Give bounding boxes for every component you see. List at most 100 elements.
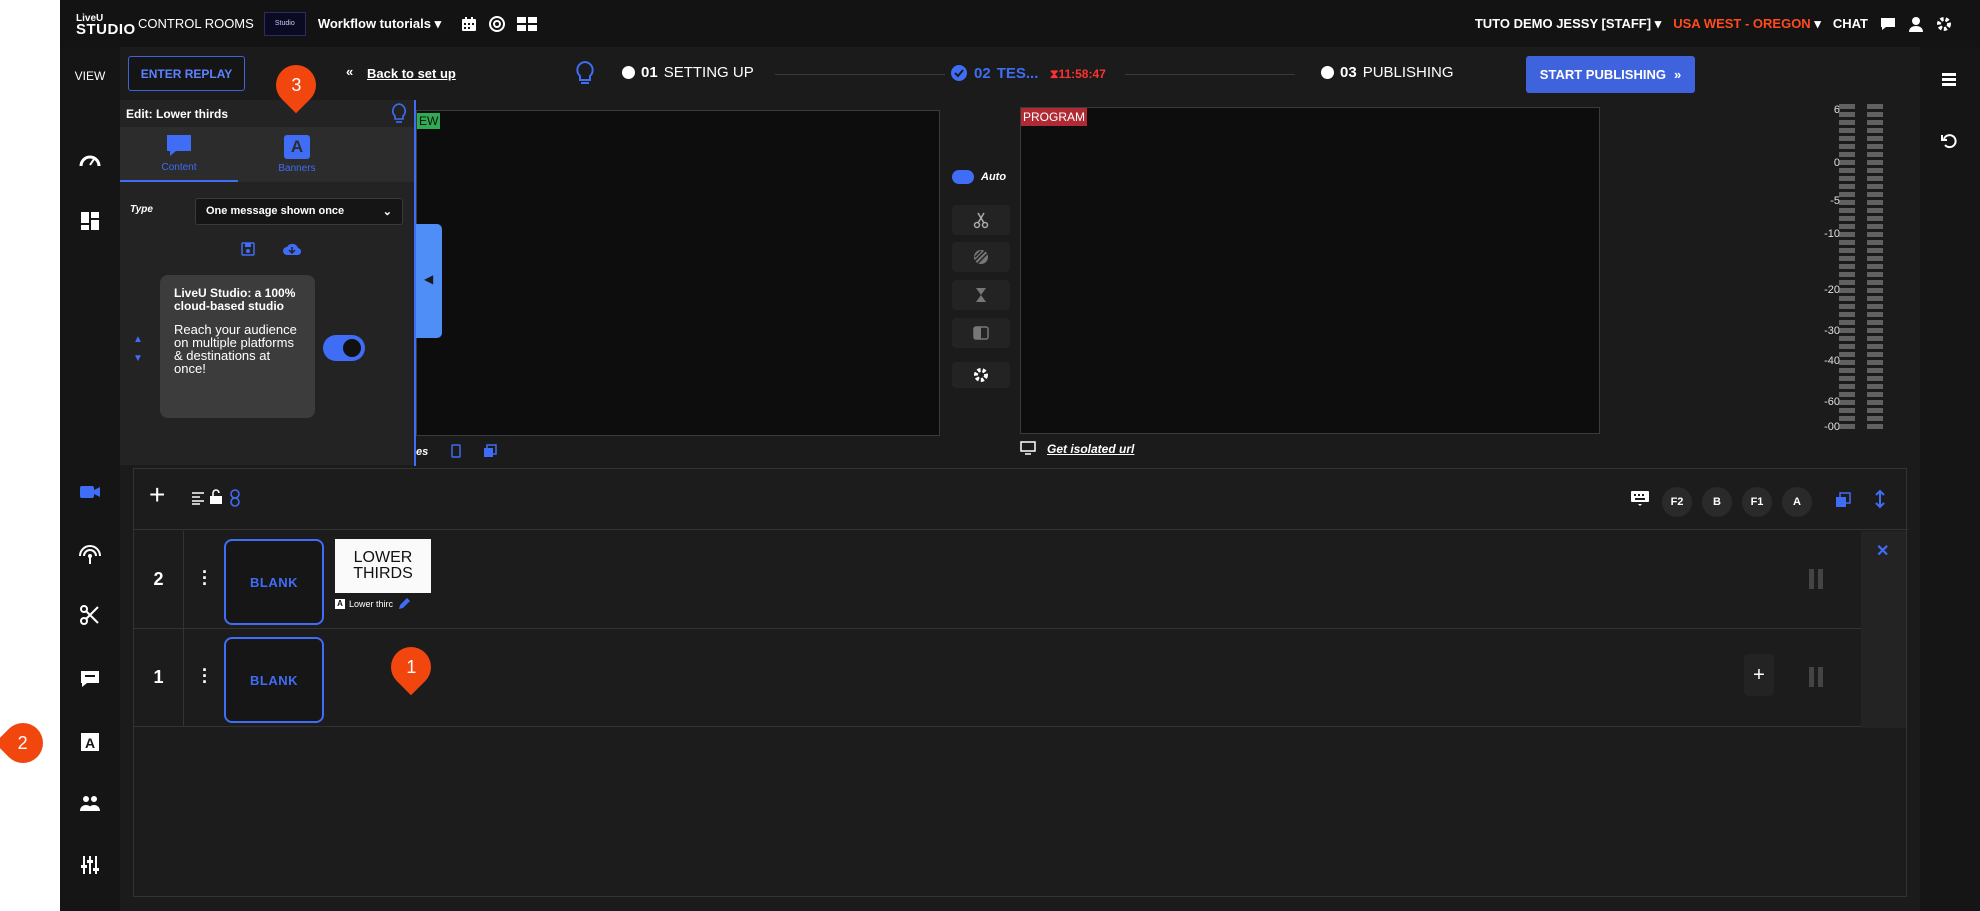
region-menu[interactable]: USA WEST - OREGON ▾ bbox=[1673, 16, 1821, 32]
liveu-studio-logo[interactable]: LiveU STUDIO bbox=[60, 0, 135, 47]
kebab-menu-icon[interactable]: · · · bbox=[202, 563, 208, 593]
view-label[interactable]: VIEW bbox=[60, 69, 120, 83]
lifebuoy-icon[interactable] bbox=[489, 15, 506, 32]
audio-meter-right bbox=[1867, 104, 1883, 432]
user-icon[interactable] bbox=[1908, 16, 1924, 32]
blank-scene-button[interactable]: BLANK bbox=[224, 637, 324, 723]
hourglass-icon bbox=[976, 288, 986, 302]
step-number: 02 bbox=[974, 64, 991, 82]
check-circle-icon bbox=[951, 65, 967, 81]
mixer-sliders-icon[interactable] bbox=[78, 853, 102, 877]
program-monitor[interactable]: PROGRAM bbox=[1020, 107, 1600, 434]
unlock-icon[interactable] bbox=[209, 489, 223, 505]
kebab-menu-icon[interactable]: · · · bbox=[202, 661, 208, 691]
caret-down-icon: ▾ bbox=[434, 15, 442, 31]
move-up-icon[interactable]: ▲ bbox=[133, 334, 143, 345]
transition-cut-button[interactable] bbox=[952, 205, 1010, 235]
tab-content-label: Content bbox=[161, 162, 197, 173]
layers-icon[interactable] bbox=[1835, 492, 1851, 508]
add-icon[interactable]: + bbox=[149, 481, 165, 509]
preview-label: EW bbox=[417, 113, 441, 129]
multiview-icon[interactable] bbox=[517, 16, 538, 32]
scissors-icon bbox=[973, 212, 989, 229]
fade-icon bbox=[974, 250, 988, 264]
back-to-setup-link[interactable]: Back to set up bbox=[367, 66, 456, 81]
start-publishing-button[interactable]: START PUBLISHING » bbox=[1526, 56, 1695, 93]
preview-monitor[interactable]: EW bbox=[416, 110, 940, 436]
save-icon[interactable] bbox=[241, 242, 255, 256]
drag-handle-icon[interactable] bbox=[1809, 569, 1823, 589]
tab-content[interactable]: Content bbox=[120, 127, 238, 182]
lightbulb-icon[interactable] bbox=[390, 103, 408, 125]
auto-toggle[interactable] bbox=[952, 170, 974, 184]
user-menu[interactable]: TUTO DEMO JESSY [STAFF] ▾ bbox=[1475, 16, 1661, 32]
message-icon bbox=[167, 135, 191, 156]
message-enabled-toggle[interactable] bbox=[323, 335, 365, 361]
drag-handle-icon[interactable] bbox=[1809, 667, 1823, 687]
user-label: TUTO DEMO JESSY [STAFF] bbox=[1474, 15, 1652, 31]
caret-down-icon: ▾ bbox=[1814, 15, 1821, 31]
meter-scale-label: -00 bbox=[1824, 421, 1840, 433]
move-down-icon[interactable]: ▼ bbox=[133, 353, 143, 364]
hotkey-pill-f1[interactable]: F1 bbox=[1742, 487, 1772, 517]
layers-icon[interactable] bbox=[483, 444, 497, 458]
row-number: 1 bbox=[134, 629, 184, 726]
tab-banners[interactable]: A Banners bbox=[238, 127, 356, 182]
add-scene-button[interactable]: + bbox=[1744, 654, 1774, 696]
list-panel-icon[interactable] bbox=[1940, 71, 1958, 89]
calendar-icon[interactable] bbox=[461, 16, 477, 32]
link-icon[interactable] bbox=[229, 489, 241, 507]
lower-thirds-card[interactable]: LOWER THIRDS bbox=[335, 539, 431, 593]
cloud-download-icon[interactable] bbox=[282, 241, 302, 257]
control-rooms-link[interactable]: CONTROL ROOMS bbox=[138, 16, 254, 31]
step-publishing[interactable]: 03 PUBLISHING bbox=[1321, 64, 1454, 81]
transition-fade-button[interactable] bbox=[952, 242, 1010, 272]
expand-vertical-icon[interactable] bbox=[1875, 489, 1885, 509]
gear-icon bbox=[974, 368, 988, 382]
workflow-selector[interactable]: Workflow tutorials ▾ bbox=[318, 16, 441, 32]
lightbulb-icon[interactable] bbox=[574, 60, 596, 86]
hotkey-pill-a[interactable]: A bbox=[1782, 487, 1812, 517]
banner-text-icon[interactable]: A bbox=[78, 730, 102, 754]
meter-scale-label: -10 bbox=[1824, 228, 1840, 240]
keyboard-icon[interactable] bbox=[1630, 489, 1650, 507]
gear-icon[interactable] bbox=[1936, 16, 1952, 32]
broadcast-icon[interactable] bbox=[78, 542, 102, 566]
caret-down-icon: ▾ bbox=[1654, 15, 1662, 31]
chat-bubble-icon[interactable] bbox=[1880, 16, 1896, 32]
step-label: TES... bbox=[996, 64, 1039, 82]
message-title: LiveU Studio: a 100% cloud-based studio bbox=[174, 286, 296, 313]
hotkey-pill-b[interactable]: B bbox=[1702, 487, 1732, 517]
camera-icon[interactable] bbox=[78, 480, 102, 504]
undo-icon[interactable] bbox=[1940, 132, 1958, 150]
collapse-panel-handle[interactable]: ◀ bbox=[416, 224, 442, 338]
blank-scene-button[interactable]: BLANK bbox=[224, 539, 324, 625]
dashboard-gauge-icon[interactable] bbox=[78, 149, 102, 173]
type-select[interactable]: One message shown once ⌄ bbox=[195, 198, 403, 225]
pencil-edit-icon[interactable] bbox=[397, 597, 411, 611]
transition-settings-button[interactable] bbox=[952, 362, 1010, 388]
hotkey-pill-f2[interactable]: F2 bbox=[1662, 487, 1692, 517]
mobile-icon[interactable] bbox=[450, 444, 462, 458]
meter-scale-label: -60 bbox=[1824, 396, 1840, 408]
step-setting-up[interactable]: 01 SETTING UP bbox=[622, 64, 754, 81]
transition-stinger-button[interactable] bbox=[952, 280, 1010, 310]
message-card[interactable]: LiveU Studio: a 100% cloud-based studio … bbox=[160, 275, 315, 418]
enter-replay-button[interactable]: ENTER REPLAY bbox=[128, 56, 245, 91]
close-icon[interactable]: ✕ bbox=[1876, 541, 1889, 561]
scissors-icon[interactable] bbox=[78, 603, 102, 627]
transition-wipe-button[interactable] bbox=[952, 318, 1010, 348]
align-left-icon[interactable] bbox=[191, 491, 205, 505]
svg-text:A: A bbox=[85, 735, 95, 751]
layout-grid-icon[interactable] bbox=[78, 209, 102, 233]
message-icon[interactable] bbox=[78, 667, 102, 691]
callout-marker-2: 2 bbox=[0, 714, 52, 772]
step-testing[interactable]: 02 TES... bbox=[950, 64, 1038, 82]
guests-icon[interactable] bbox=[78, 791, 102, 815]
chat-label[interactable]: CHAT bbox=[1833, 16, 1868, 31]
get-isolated-url-link[interactable]: Get isolated url bbox=[1047, 442, 1134, 456]
meter-scale-label: -40 bbox=[1824, 355, 1840, 367]
banner-text-icon: A bbox=[284, 135, 310, 159]
double-chevron-right-icon: » bbox=[1673, 67, 1682, 82]
workflow-label: Workflow tutorials bbox=[317, 15, 431, 31]
